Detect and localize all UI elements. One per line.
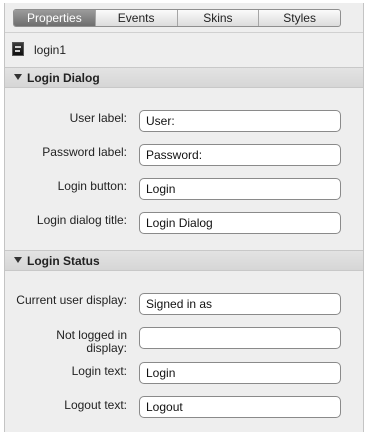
tab-bar: Properties Events Skins Styles [13,9,341,27]
password-label-field[interactable] [139,144,341,166]
disclosure-triangle-icon[interactable] [14,74,22,80]
password-label-label: Password label: [42,145,127,159]
current-user-display-label: Current user display: [16,293,127,307]
section-login-dialog[interactable]: Login Dialog [5,67,363,88]
not-logged-in-label-line2: display: [86,341,127,355]
login-button-field[interactable] [139,178,341,200]
user-label-field[interactable] [139,110,341,132]
section-login-status[interactable]: Login Status [5,250,363,271]
properties-panel: Properties Events Skins Styles login1 Lo… [4,3,364,432]
object-row: login1 [5,32,363,69]
object-name: login1 [34,43,67,57]
login-dialog-title-field[interactable] [139,212,341,234]
logout-text-label: Logout text: [64,398,127,412]
current-user-display-field[interactable] [139,293,341,315]
section-title: Login Status [27,254,100,268]
tab-skins[interactable]: Skins [176,10,259,26]
tab-events[interactable]: Events [94,10,177,26]
section-title: Login Dialog [27,71,100,85]
logout-text-field[interactable] [139,396,341,418]
login-dialog-title-label: Login dialog title: [36,213,127,227]
user-label-label: User label: [69,111,127,125]
login-text-label: Login text: [71,364,127,378]
login-component-icon [12,42,24,56]
not-logged-in-label-line1: Not logged in [56,328,127,342]
not-logged-in-display-field[interactable] [139,327,341,349]
login-button-label: Login button: [57,179,127,193]
tab-styles[interactable]: Styles [258,10,340,26]
login-text-field[interactable] [139,362,341,384]
tab-properties[interactable]: Properties [14,10,95,26]
disclosure-triangle-icon[interactable] [14,257,22,263]
